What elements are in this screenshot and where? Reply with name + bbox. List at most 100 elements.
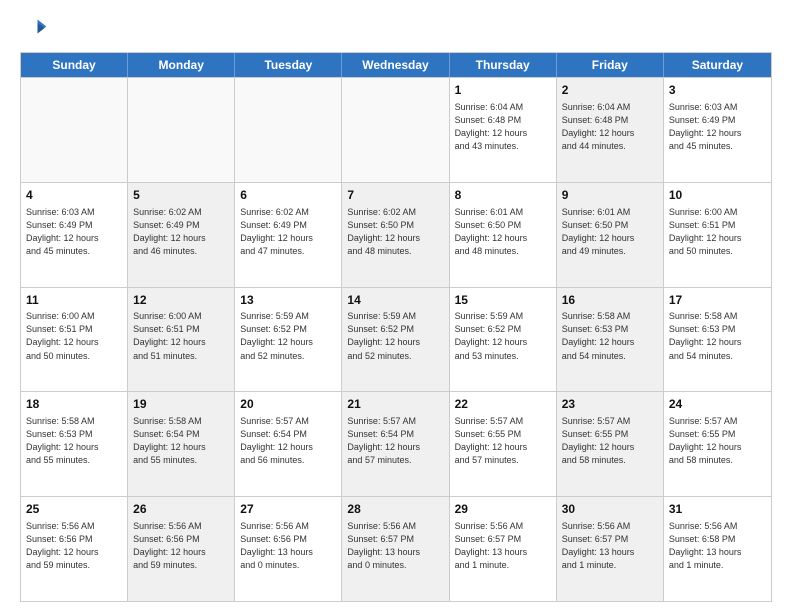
- cell-info: Sunrise: 6:00 AM Sunset: 6:51 PM Dayligh…: [133, 310, 229, 362]
- cal-cell: 18Sunrise: 5:58 AM Sunset: 6:53 PM Dayli…: [21, 392, 128, 496]
- cell-info: Sunrise: 5:56 AM Sunset: 6:57 PM Dayligh…: [562, 520, 658, 572]
- cell-info: Sunrise: 6:01 AM Sunset: 6:50 PM Dayligh…: [455, 206, 551, 258]
- day-number: 17: [669, 292, 766, 309]
- day-number: 12: [133, 292, 229, 309]
- logo: [20, 16, 52, 44]
- cell-info: Sunrise: 5:59 AM Sunset: 6:52 PM Dayligh…: [455, 310, 551, 362]
- week-row-2: 4 Sunrise: 6:03 AM Sunset: 6:49 PM Daylig…: [21, 182, 771, 287]
- cell-info: Sunrise: 5:56 AM Sunset: 6:56 PM Dayligh…: [133, 520, 229, 572]
- cal-cell: 22Sunrise: 5:57 AM Sunset: 6:55 PM Dayli…: [450, 392, 557, 496]
- week-row-4: 18Sunrise: 5:58 AM Sunset: 6:53 PM Dayli…: [21, 391, 771, 496]
- cell-info: Sunrise: 6:01 AM Sunset: 6:50 PM Dayligh…: [562, 206, 658, 258]
- cal-cell: 3Sunrise: 6:03 AM Sunset: 6:49 PM Daylig…: [664, 78, 771, 182]
- day-number: 16: [562, 292, 658, 309]
- cell-info: Sunrise: 5:57 AM Sunset: 6:54 PM Dayligh…: [347, 415, 443, 467]
- cal-cell: 17Sunrise: 5:58 AM Sunset: 6:53 PM Dayli…: [664, 288, 771, 392]
- cal-cell: 6 Sunrise: 6:02 AM Sunset: 6:49 PM Daylig…: [235, 183, 342, 287]
- cal-cell: 24 Sunrise: 5:57 AM Sunset: 6:55 PM Dayli…: [664, 392, 771, 496]
- cell-info: Sunrise: 6:02 AM Sunset: 6:49 PM Dayligh…: [240, 206, 336, 258]
- day-number: 1: [455, 82, 551, 99]
- cell-info: Sunrise: 6:03 AM Sunset: 6:49 PM Dayligh…: [26, 206, 122, 258]
- day-number: 30: [562, 501, 658, 518]
- cell-info: Sunrise: 5:56 AM Sunset: 6:58 PM Dayligh…: [669, 520, 766, 572]
- calendar: SundayMondayTuesdayWednesdayThursdayFrid…: [20, 52, 772, 602]
- header-day-sunday: Sunday: [21, 53, 128, 77]
- day-number: 25: [26, 501, 122, 518]
- day-number: 24: [669, 396, 766, 413]
- day-number: 4: [26, 187, 122, 204]
- day-number: 9: [562, 187, 658, 204]
- day-number: 13: [240, 292, 336, 309]
- day-number: 5: [133, 187, 229, 204]
- day-number: 8: [455, 187, 551, 204]
- day-number: 23: [562, 396, 658, 413]
- cal-cell: 14Sunrise: 5:59 AM Sunset: 6:52 PM Dayli…: [342, 288, 449, 392]
- cell-info: Sunrise: 6:03 AM Sunset: 6:49 PM Dayligh…: [669, 101, 766, 153]
- cal-cell: [235, 78, 342, 182]
- cell-info: Sunrise: 6:04 AM Sunset: 6:48 PM Dayligh…: [562, 101, 658, 153]
- header-day-saturday: Saturday: [664, 53, 771, 77]
- day-number: 26: [133, 501, 229, 518]
- day-number: 31: [669, 501, 766, 518]
- cell-info: Sunrise: 5:57 AM Sunset: 6:54 PM Dayligh…: [240, 415, 336, 467]
- cell-info: Sunrise: 5:56 AM Sunset: 6:57 PM Dayligh…: [455, 520, 551, 572]
- cell-info: Sunrise: 5:58 AM Sunset: 6:53 PM Dayligh…: [669, 310, 766, 362]
- cal-cell: 13Sunrise: 5:59 AM Sunset: 6:52 PM Dayli…: [235, 288, 342, 392]
- cal-cell: 4 Sunrise: 6:03 AM Sunset: 6:49 PM Daylig…: [21, 183, 128, 287]
- cell-info: Sunrise: 5:56 AM Sunset: 6:56 PM Dayligh…: [26, 520, 122, 572]
- cell-info: Sunrise: 6:00 AM Sunset: 6:51 PM Dayligh…: [26, 310, 122, 362]
- cell-info: Sunrise: 5:56 AM Sunset: 6:57 PM Dayligh…: [347, 520, 443, 572]
- cell-info: Sunrise: 5:57 AM Sunset: 6:55 PM Dayligh…: [669, 415, 766, 467]
- cell-info: Sunrise: 5:59 AM Sunset: 6:52 PM Dayligh…: [347, 310, 443, 362]
- page: SundayMondayTuesdayWednesdayThursdayFrid…: [0, 0, 792, 612]
- cal-cell: 30 Sunrise: 5:56 AM Sunset: 6:57 PM Dayli…: [557, 497, 664, 601]
- day-number: 29: [455, 501, 551, 518]
- cal-cell: 23Sunrise: 5:57 AM Sunset: 6:55 PM Dayli…: [557, 392, 664, 496]
- cal-cell: [128, 78, 235, 182]
- week-row-3: 11Sunrise: 6:00 AM Sunset: 6:51 PM Dayli…: [21, 287, 771, 392]
- cal-cell: 20 Sunrise: 5:57 AM Sunset: 6:54 PM Dayli…: [235, 392, 342, 496]
- calendar-body: 1 Sunrise: 6:04 AM Sunset: 6:48 PM Daylig…: [21, 77, 771, 601]
- calendar-header: SundayMondayTuesdayWednesdayThursdayFrid…: [21, 53, 771, 77]
- cal-cell: 19 Sunrise: 5:58 AM Sunset: 6:54 PM Dayli…: [128, 392, 235, 496]
- day-number: 14: [347, 292, 443, 309]
- day-number: 18: [26, 396, 122, 413]
- cell-info: Sunrise: 5:56 AM Sunset: 6:56 PM Dayligh…: [240, 520, 336, 572]
- week-row-5: 25 Sunrise: 5:56 AM Sunset: 6:56 PM Dayli…: [21, 496, 771, 601]
- cal-cell: [21, 78, 128, 182]
- day-number: 19: [133, 396, 229, 413]
- day-number: 2: [562, 82, 658, 99]
- header-day-wednesday: Wednesday: [342, 53, 449, 77]
- week-row-1: 1 Sunrise: 6:04 AM Sunset: 6:48 PM Daylig…: [21, 77, 771, 182]
- day-number: 20: [240, 396, 336, 413]
- day-number: 10: [669, 187, 766, 204]
- header-day-tuesday: Tuesday: [235, 53, 342, 77]
- cell-info: Sunrise: 6:02 AM Sunset: 6:49 PM Dayligh…: [133, 206, 229, 258]
- cal-cell: 31 Sunrise: 5:56 AM Sunset: 6:58 PM Dayli…: [664, 497, 771, 601]
- cal-cell: 15Sunrise: 5:59 AM Sunset: 6:52 PM Dayli…: [450, 288, 557, 392]
- day-number: 7: [347, 187, 443, 204]
- cell-info: Sunrise: 5:59 AM Sunset: 6:52 PM Dayligh…: [240, 310, 336, 362]
- cal-cell: 5 Sunrise: 6:02 AM Sunset: 6:49 PM Daylig…: [128, 183, 235, 287]
- logo-icon: [20, 16, 48, 44]
- cal-cell: 29 Sunrise: 5:56 AM Sunset: 6:57 PM Dayli…: [450, 497, 557, 601]
- cell-info: Sunrise: 5:58 AM Sunset: 6:53 PM Dayligh…: [562, 310, 658, 362]
- day-number: 21: [347, 396, 443, 413]
- cell-info: Sunrise: 5:58 AM Sunset: 6:54 PM Dayligh…: [133, 415, 229, 467]
- cal-cell: 26 Sunrise: 5:56 AM Sunset: 6:56 PM Dayli…: [128, 497, 235, 601]
- cal-cell: 1 Sunrise: 6:04 AM Sunset: 6:48 PM Daylig…: [450, 78, 557, 182]
- cal-cell: 21 Sunrise: 5:57 AM Sunset: 6:54 PM Dayli…: [342, 392, 449, 496]
- header: [20, 16, 772, 44]
- cal-cell: 10 Sunrise: 6:00 AM Sunset: 6:51 PM Dayli…: [664, 183, 771, 287]
- day-number: 28: [347, 501, 443, 518]
- header-day-thursday: Thursday: [450, 53, 557, 77]
- cal-cell: 28 Sunrise: 5:56 AM Sunset: 6:57 PM Dayli…: [342, 497, 449, 601]
- day-number: 11: [26, 292, 122, 309]
- cal-cell: [342, 78, 449, 182]
- cal-cell: 12Sunrise: 6:00 AM Sunset: 6:51 PM Dayli…: [128, 288, 235, 392]
- cell-info: Sunrise: 6:00 AM Sunset: 6:51 PM Dayligh…: [669, 206, 766, 258]
- header-day-friday: Friday: [557, 53, 664, 77]
- day-number: 6: [240, 187, 336, 204]
- cell-info: Sunrise: 6:04 AM Sunset: 6:48 PM Dayligh…: [455, 101, 551, 153]
- day-number: 27: [240, 501, 336, 518]
